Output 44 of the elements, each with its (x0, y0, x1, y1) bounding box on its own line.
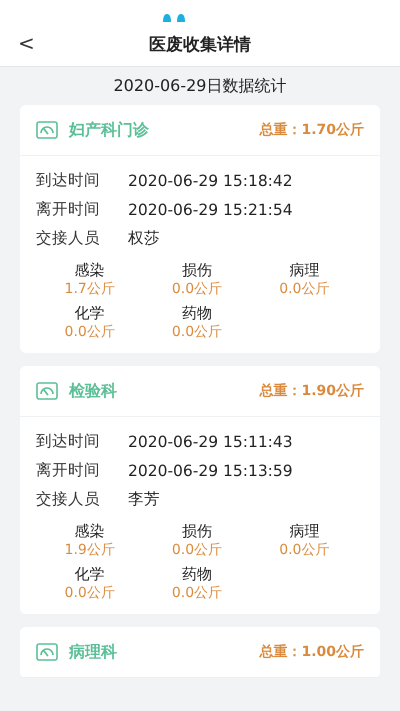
waste-weight: 0.0公斤 (64, 584, 115, 602)
info-label: 交接人员 (36, 228, 101, 249)
waste-type-label: 感染 (74, 522, 105, 541)
info-label: 到达时间 (36, 431, 101, 452)
gauge-icon (36, 643, 58, 661)
waste-weight: 0.0公斤 (279, 280, 330, 298)
department-name: 检验科 (69, 380, 118, 402)
gauge-icon (36, 121, 58, 139)
info-value: 2020-06-29 15:18:42 (128, 172, 293, 190)
waste-weight: 0.0公斤 (172, 541, 222, 559)
waste-type-label: 损伤 (182, 261, 212, 280)
info-value: 李芳 (128, 489, 160, 510)
waste-weight: 1.9公斤 (64, 541, 115, 559)
info-value: 2020-06-29 15:21:54 (128, 200, 293, 218)
waste-weight: 1.7公斤 (64, 280, 115, 298)
waste-type-label: 化学 (74, 304, 105, 323)
waste-weight: 0.0公斤 (172, 280, 222, 298)
waste-weight: 0.0公斤 (64, 323, 115, 341)
info-value: 2020-06-29 15:11:43 (128, 432, 293, 450)
waste-type-label: 药物 (182, 565, 212, 584)
department-name: 妇产科门诊 (69, 120, 150, 140)
waste-type-label: 病理 (289, 261, 320, 280)
info-label: 交接人员 (36, 489, 101, 510)
waste-type-label: 感染 (74, 261, 105, 280)
waste-weight: 0.0公斤 (172, 323, 222, 341)
waste-type-label: 药物 (182, 304, 212, 323)
date-heading: 2020-06-29日数据统计 (112, 75, 288, 97)
back-button[interactable]: < (14, 31, 39, 55)
info-label: 到达时间 (36, 170, 101, 191)
waste-weight: 0.0公斤 (279, 541, 330, 559)
info-label: 离开时间 (36, 460, 101, 481)
waste-type-label: 病理 (289, 522, 320, 541)
waste-weight: 0.0公斤 (172, 584, 222, 602)
department-name: 病理科 (69, 642, 118, 662)
total-weight: 总重：1.90公斤 (259, 382, 364, 400)
page-title: 医废收集详情 (149, 34, 251, 56)
waste-type-label: 化学 (74, 565, 105, 584)
total-weight: 总重：1.70公斤 (259, 121, 364, 139)
gauge-icon (36, 382, 58, 400)
waste-type-label: 损伤 (182, 522, 212, 541)
info-value: 2020-06-29 15:13:59 (128, 462, 293, 480)
info-label: 离开时间 (36, 199, 101, 220)
info-value: 权莎 (128, 228, 160, 249)
total-weight: 总重：1.00公斤 (259, 643, 364, 661)
